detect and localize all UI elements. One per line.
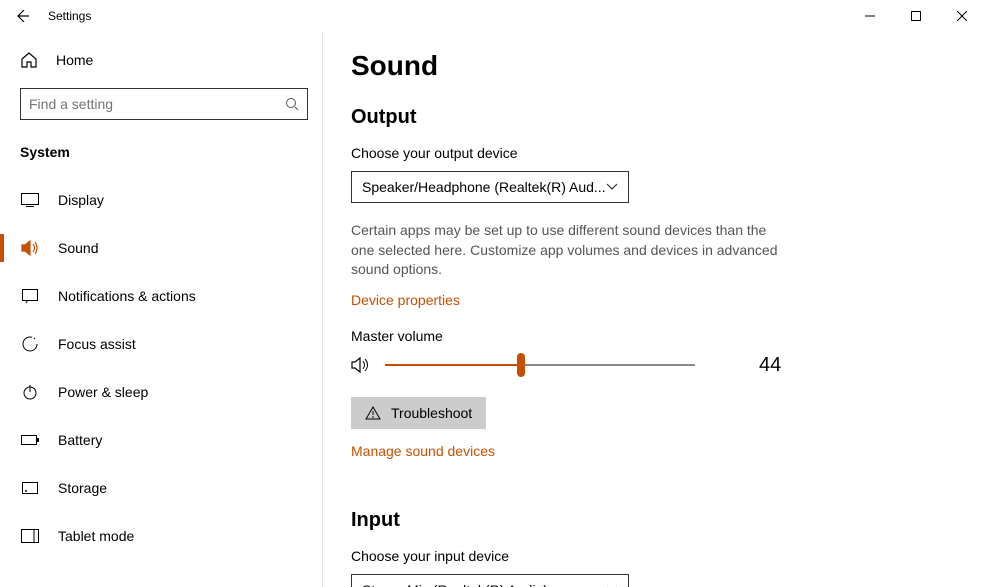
sidebar-item-tablet-mode[interactable]: Tablet mode <box>0 512 322 560</box>
sidebar: Home System Display Sound Notifi <box>0 32 323 587</box>
output-info-text: Certain apps may be set up to use differ… <box>351 221 791 280</box>
sidebar-item-label: Notifications & actions <box>58 288 196 304</box>
maximize-icon <box>911 11 921 21</box>
notifications-icon <box>20 289 40 304</box>
battery-icon <box>20 435 40 445</box>
output-heading: Output <box>351 106 985 129</box>
sound-icon <box>20 240 40 256</box>
search-icon <box>285 97 299 111</box>
sidebar-item-label: Tablet mode <box>58 528 134 544</box>
sidebar-item-sound[interactable]: Sound <box>0 224 322 272</box>
home-icon <box>20 51 38 69</box>
sidebar-section-heading: System <box>0 130 322 168</box>
master-volume-label: Master volume <box>351 328 985 344</box>
search-container <box>0 84 322 130</box>
volume-slider-row: 44 <box>351 354 985 377</box>
troubleshoot-label: Troubleshoot <box>391 405 472 421</box>
sidebar-home-label: Home <box>56 52 93 68</box>
output-device-value: Speaker/Headphone (Realtek(R) Aud... <box>362 179 606 195</box>
maximize-button[interactable] <box>893 0 939 32</box>
output-device-label: Choose your output device <box>351 145 985 161</box>
sidebar-item-focus-assist[interactable]: Focus assist <box>0 320 322 368</box>
display-icon <box>20 193 40 207</box>
power-icon <box>20 384 40 400</box>
search-box[interactable] <box>20 88 308 120</box>
tablet-icon <box>20 529 40 543</box>
back-button[interactable] <box>0 0 44 32</box>
volume-slider-fill <box>385 364 521 366</box>
focus-assist-icon <box>20 336 40 352</box>
sidebar-item-label: Power & sleep <box>58 384 148 400</box>
input-device-label: Choose your input device <box>351 548 985 564</box>
arrow-left-icon <box>14 8 30 24</box>
sidebar-item-power-sleep[interactable]: Power & sleep <box>0 368 322 416</box>
titlebar: Settings <box>0 0 985 32</box>
main-content: Sound Output Choose your output device S… <box>323 32 985 587</box>
sidebar-item-battery[interactable]: Battery <box>0 416 322 464</box>
volume-slider-thumb[interactable] <box>517 353 525 377</box>
input-device-value: Stereo Mix (Realtek(R) Audio) <box>362 582 548 587</box>
sidebar-item-label: Battery <box>58 432 102 448</box>
sidebar-item-label: Focus assist <box>58 336 136 352</box>
sidebar-item-label: Storage <box>58 480 107 496</box>
sidebar-item-notifications[interactable]: Notifications & actions <box>0 272 322 320</box>
chevron-down-icon <box>606 183 618 191</box>
output-device-dropdown[interactable]: Speaker/Headphone (Realtek(R) Aud... <box>351 171 629 203</box>
speaker-icon[interactable] <box>351 356 371 374</box>
sidebar-home[interactable]: Home <box>0 36 322 84</box>
sidebar-item-storage[interactable]: Storage <box>0 464 322 512</box>
window-controls <box>847 0 985 32</box>
input-heading: Input <box>351 509 985 532</box>
page-title: Sound <box>351 50 985 82</box>
sidebar-item-label: Sound <box>58 240 98 256</box>
volume-value: 44 <box>759 354 781 377</box>
sidebar-item-label: Display <box>58 192 104 208</box>
manage-sound-devices-link[interactable]: Manage sound devices <box>351 443 495 459</box>
sidebar-item-display[interactable]: Display <box>0 176 322 224</box>
volume-slider[interactable] <box>385 364 695 366</box>
window-title: Settings <box>44 9 91 23</box>
close-button[interactable] <box>939 0 985 32</box>
input-device-dropdown[interactable]: Stereo Mix (Realtek(R) Audio) <box>351 574 629 587</box>
troubleshoot-button[interactable]: Troubleshoot <box>351 397 486 429</box>
search-input[interactable] <box>29 96 285 112</box>
warning-icon <box>365 406 381 420</box>
sidebar-nav: Display Sound Notifications & actions Fo… <box>0 168 322 560</box>
minimize-icon <box>865 11 875 21</box>
minimize-button[interactable] <box>847 0 893 32</box>
device-properties-link[interactable]: Device properties <box>351 292 460 308</box>
content-container: Home System Display Sound Notifi <box>0 32 985 587</box>
storage-icon <box>20 482 40 494</box>
close-icon <box>957 11 967 21</box>
